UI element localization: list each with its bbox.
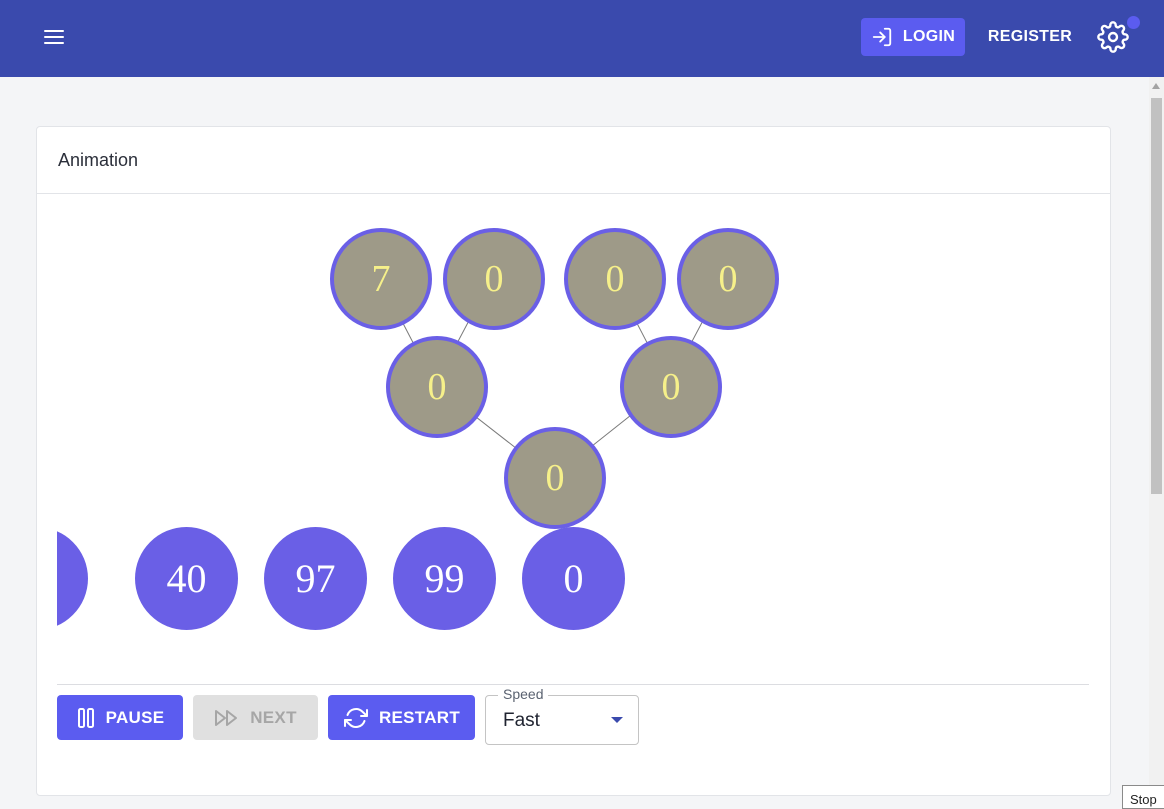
register-label: REGISTER — [987, 28, 1073, 45]
refresh-icon — [343, 707, 368, 728]
tree-node-leaf: 7 — [330, 228, 432, 330]
tree-node-leaf: 0 — [443, 228, 545, 330]
array-cell: 40 — [135, 527, 238, 630]
pause-icon — [77, 707, 94, 728]
next-label: NEXT — [250, 707, 297, 727]
hamburger-menu-icon[interactable] — [38, 22, 72, 52]
caret-down-icon — [611, 717, 623, 723]
pause-label: PAUSE — [105, 707, 165, 727]
array-cell: 99 — [393, 527, 496, 630]
speed-value: Fast — [503, 710, 540, 731]
tree-node-leaf: 0 — [677, 228, 779, 330]
tree-node-internal: 0 — [386, 336, 488, 438]
animation-canvas: 7 0 0 0 0 0 0 0 40 97 99 0 — [57, 194, 1089, 684]
array-cell: 0 — [522, 527, 625, 630]
register-button[interactable]: REGISTER — [978, 18, 1082, 56]
login-label: LOGIN — [902, 28, 956, 45]
array-cell: 97 — [264, 527, 367, 630]
next-button[interactable]: NEXT — [193, 695, 318, 740]
app-bar: LOGIN REGISTER — [0, 0, 1164, 77]
controls-divider — [57, 684, 1089, 685]
tree-node-internal: 0 — [620, 336, 722, 438]
card-title: Animation — [37, 127, 1110, 194]
scroll-thumb[interactable] — [1151, 98, 1162, 494]
stop-tooltip: Stop — [1122, 785, 1164, 809]
speed-label: Speed — [498, 686, 549, 702]
animation-card: Animation 7 0 0 0 0 0 0 0 40 97 99 0 PAU… — [36, 126, 1111, 796]
notification-dot — [1127, 16, 1140, 29]
tree-node-root: 0 — [504, 427, 606, 529]
restart-button[interactable]: RESTART — [328, 695, 475, 740]
fast-forward-icon — [215, 709, 238, 726]
login-icon — [872, 27, 892, 47]
login-button[interactable]: LOGIN — [861, 18, 965, 56]
tree-node-leaf: 0 — [564, 228, 666, 330]
page-scrollbar[interactable] — [1149, 77, 1164, 806]
speed-select[interactable]: Speed Fast — [485, 686, 639, 745]
settings-button[interactable] — [1097, 21, 1129, 53]
restart-label: RESTART — [378, 707, 461, 727]
pause-button[interactable]: PAUSE — [57, 695, 183, 740]
scroll-up-arrow-icon[interactable] — [1152, 83, 1160, 89]
gear-icon — [1097, 21, 1129, 53]
